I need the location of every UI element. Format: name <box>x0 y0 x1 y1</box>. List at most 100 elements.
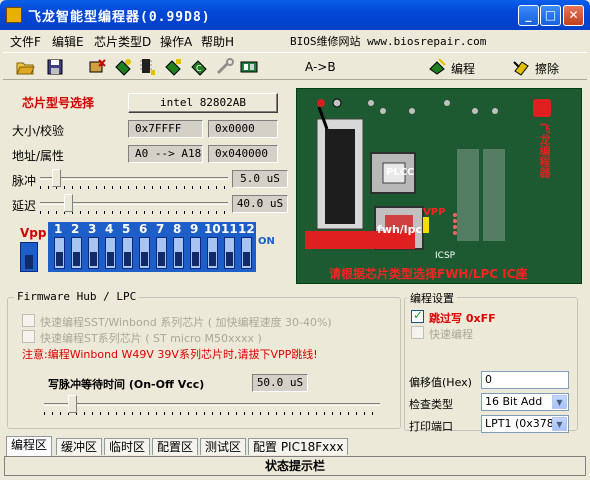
program-icon[interactable] <box>427 57 447 77</box>
dip-switch-4[interactable] <box>105 237 116 269</box>
check-type-select[interactable]: 16 Bit Add ▼ <box>481 393 569 411</box>
dip-number: 6 <box>139 222 148 236</box>
fast-program-checkbox[interactable] <box>411 326 424 339</box>
fast-st-checkbox[interactable] <box>22 330 35 343</box>
chevron-down-icon[interactable]: ▼ <box>552 417 567 431</box>
delay-slider-thumb[interactable] <box>64 194 73 212</box>
tool-icon[interactable] <box>215 57 235 77</box>
menu-bar: 文件F 编辑E 芯片类型D 操作A 帮助H BIOS维修网站 www.biosr… <box>3 30 587 50</box>
size-label: 大小/校验 <box>12 124 65 138</box>
program-settings-title: 编程设置 <box>407 290 457 306</box>
delay-label: 延迟 <box>12 199 37 213</box>
program-button[interactable]: 编程 <box>451 60 475 77</box>
dip-number: 10 <box>204 222 221 236</box>
dip-switch-11[interactable] <box>224 237 235 269</box>
fast-sst-checkbox[interactable] <box>22 314 35 327</box>
chevron-down-icon[interactable]: ▼ <box>552 395 567 409</box>
dip-switch-2[interactable] <box>71 237 82 269</box>
bottom-tabs: 编程区 缓冲区 临时区 配置区 测试区 配置 PIC18Fxxx <box>4 436 586 456</box>
tab-temp[interactable]: 临时区 <box>104 438 151 455</box>
open-folder-icon[interactable] <box>15 57 35 77</box>
app-icon <box>6 7 22 23</box>
tab-pic18f[interactable]: 配置 PIC18Fxxx <box>248 438 349 455</box>
dip-on-label: ON <box>258 236 275 247</box>
delay-slider[interactable] <box>40 193 228 214</box>
menu-edit[interactable]: 编辑E <box>52 33 84 50</box>
brand-vertical: 飞龙编程器 <box>538 123 551 178</box>
chip-select-label: 芯片型号选择 <box>22 96 95 110</box>
read-chip-icon[interactable] <box>113 57 133 77</box>
tab-program[interactable]: 编程区 <box>6 436 53 456</box>
plcc-label: PLCC <box>386 167 415 178</box>
vpp-warning: 注意:编程Winbond W49V 39V系列芯片时,请拔下VPP跳线! <box>22 348 318 361</box>
dip-number: 11 <box>221 222 238 236</box>
fast-st-label: 快速编程ST系列芯片 ( ST micro M50xxxx ) <box>40 332 262 345</box>
website-label: BIOS维修网站 www.biosrepair.com <box>290 35 487 48</box>
pulse-slider-thumb[interactable] <box>52 169 61 187</box>
menu-chip-type[interactable]: 芯片类型D <box>94 33 151 50</box>
blank-check-icon[interactable] <box>87 57 107 77</box>
tab-buffer[interactable]: 缓冲区 <box>56 438 103 455</box>
status-bar: 状态提示栏 <box>4 456 586 476</box>
printer-port-value: LPT1 (0x378) <box>485 417 559 430</box>
dip-number: 9 <box>190 222 199 236</box>
dip-switch-1[interactable] <box>54 237 65 269</box>
checksum-value: 0x0000 <box>208 120 278 138</box>
dip-switch-8[interactable] <box>173 237 184 269</box>
fast-program-label: 快速编程 <box>429 328 473 341</box>
write-wait-slider[interactable] <box>44 394 380 415</box>
vpp-jumper[interactable] <box>20 242 38 272</box>
dip-switch-7[interactable] <box>156 237 167 269</box>
close-button[interactable]: ✕ <box>563 5 584 26</box>
menu-file[interactable]: 文件F <box>10 33 41 50</box>
board-vpp-label: VPP <box>423 207 446 218</box>
dip-number: 4 <box>105 222 114 236</box>
program-settings-group: 编程设置 跳过写 0xFF 快速编程 偏移值(Hex) 0 检查类型 16 Bi… <box>404 290 578 433</box>
dip-number: 3 <box>88 222 97 236</box>
maximize-button[interactable]: □ <box>540 5 561 26</box>
dip-number: 7 <box>156 222 165 236</box>
pulse-value: 5.0 uS <box>232 170 288 188</box>
menu-operation[interactable]: 操作A <box>160 33 192 50</box>
dip-switch-12[interactable] <box>241 237 252 269</box>
skip-write-checkbox[interactable] <box>411 308 424 323</box>
offset-input[interactable]: 0 <box>481 371 569 389</box>
erase-icon[interactable] <box>511 57 531 77</box>
compare-icon[interactable]: C <box>189 57 209 77</box>
pulse-slider[interactable] <box>40 168 228 189</box>
menu-help[interactable]: 帮助H <box>201 33 234 50</box>
vpp-label: Vpp <box>20 226 47 240</box>
dip-switch-9[interactable] <box>190 237 201 269</box>
chip-info-icon[interactable] <box>137 57 157 77</box>
printer-port-select[interactable]: LPT1 (0x378) ▼ <box>481 415 569 433</box>
verify-icon[interactable] <box>163 57 183 77</box>
board-icon[interactable] <box>239 57 259 77</box>
delay-value: 40.0 uS <box>232 195 288 213</box>
fast-sst-label: 快速编程SST/Winbond 系列芯片 ( 加快编程速度 30-40%) <box>40 316 332 329</box>
write-wait-thumb[interactable] <box>68 395 77 413</box>
programmer-board-image: PLCC fwh/lpc VPP ICSP 请根据芯片类型选择FWH/LPC I… <box>296 88 582 284</box>
icsp-label: ICSP <box>435 251 456 261</box>
firmware-hub-title: Firmware Hub / LPC <box>14 290 140 303</box>
minimize-button[interactable]: _ <box>518 5 539 26</box>
save-icon[interactable] <box>45 57 65 77</box>
offset-label: 偏移值(Hex) <box>409 376 472 389</box>
check-type-value: 16 Bit Add <box>485 395 543 408</box>
tab-config[interactable]: 配置区 <box>152 438 199 455</box>
dip-number: 5 <box>122 222 131 236</box>
svg-text:C: C <box>196 64 202 73</box>
toolbar: C A->B 编程 擦除 <box>3 52 587 80</box>
erase-button[interactable]: 擦除 <box>535 60 559 77</box>
size-value: 0x7FFFF <box>128 120 203 138</box>
pulse-label: 脉冲 <box>12 174 37 188</box>
a-to-b-button[interactable]: A->B <box>305 60 336 74</box>
chip-name-button[interactable]: intel 82802AB <box>128 93 278 113</box>
tab-test[interactable]: 测试区 <box>200 438 247 455</box>
dip-switch-6[interactable] <box>139 237 150 269</box>
window-title: 飞龙智能型编程器(0.99D8) <box>28 10 211 25</box>
dip-switch-bank: 1 2 3 4 5 6 7 8 9 10 11 12 <box>48 222 256 272</box>
dip-switch-3[interactable] <box>88 237 99 269</box>
dip-switch-5[interactable] <box>122 237 133 269</box>
dip-switch-10[interactable] <box>207 237 218 269</box>
address-label: 地址/属性 <box>12 149 65 163</box>
